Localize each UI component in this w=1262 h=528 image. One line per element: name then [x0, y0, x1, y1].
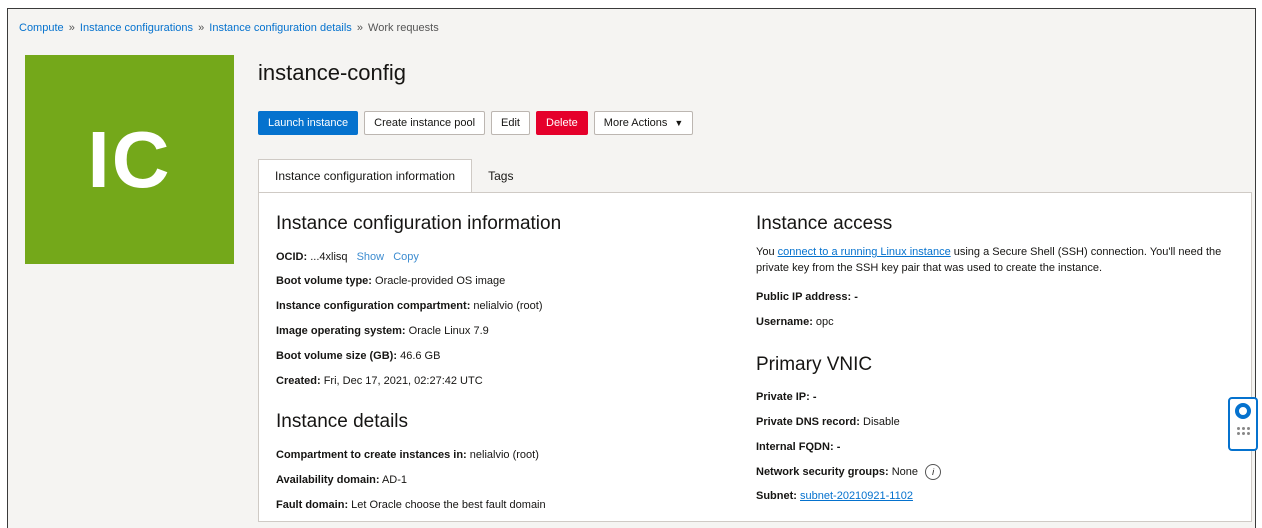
instance-access-description: You connect to a running Linux instance …: [756, 244, 1236, 276]
breadcrumb-separator: »: [356, 22, 363, 34]
image-os-value: Oracle Linux 7.9: [408, 325, 489, 337]
username-label: Username:: [756, 316, 813, 328]
ocid-value: ...4xlisq: [310, 251, 348, 263]
instance-details-heading: Instance details: [276, 411, 409, 432]
availability-domain-label: Availability domain:: [276, 474, 380, 486]
ocid-row: OCID: ...4xlisq Show Copy: [276, 251, 419, 263]
config-compartment-value: nelialvio (root): [473, 300, 543, 312]
username-row: Username: opc: [756, 316, 834, 328]
caret-down-icon: ▼: [674, 118, 684, 128]
image-os-label: Image operating system:: [276, 325, 406, 337]
username-value: opc: [815, 316, 834, 328]
help-ring-icon: [1235, 403, 1251, 419]
fault-domain-label: Fault domain:: [276, 499, 349, 511]
private-ip-value: -: [812, 391, 817, 403]
ocid-show-link[interactable]: Show: [357, 251, 385, 263]
public-ip-value: -: [854, 291, 858, 303]
image-os-row: Image operating system: Oracle Linux 7.9: [276, 325, 489, 337]
private-ip-label: Private IP:: [756, 391, 810, 403]
tab-panel: Instance configuration information OCID:…: [258, 192, 1252, 522]
availability-domain-row: Availability domain: AD-1: [276, 474, 407, 486]
nsg-row: Network security groups: None i: [756, 464, 942, 480]
config-compartment-row: Instance configuration compartment: neli…: [276, 300, 543, 312]
subnet-row: Subnet: subnet-20210921-1102: [756, 490, 913, 502]
edit-button[interactable]: Edit: [491, 111, 530, 135]
nsg-label: Network security groups:: [756, 465, 889, 478]
action-bar: Launch instance Create instance pool Edi…: [258, 111, 694, 135]
private-ip-row: Private IP: -: [756, 391, 817, 403]
access-text-before: You: [756, 246, 778, 258]
breadcrumb-instance-configuration-details[interactable]: Instance configuration details: [209, 22, 351, 34]
created-row: Created: Fri, Dec 17, 2021, 02:27:42 UTC: [276, 375, 483, 387]
more-actions-label: More Actions: [603, 117, 668, 129]
instances-compartment-row: Compartment to create instances in: neli…: [276, 449, 539, 461]
fault-domain-row: Fault domain: Let Oracle choose the best…: [276, 499, 546, 511]
config-info-heading: Instance configuration information: [276, 213, 562, 234]
grid-dots-icon: [1236, 427, 1250, 435]
tab-bar: Instance configuration information Tags: [258, 159, 529, 193]
launch-instance-button[interactable]: Launch instance: [258, 111, 359, 135]
boot-volume-type-label: Boot volume type:: [276, 275, 372, 287]
internal-fqdn-value: -: [836, 441, 841, 453]
boot-volume-type-row: Boot volume type: Oracle-provided OS ima…: [276, 275, 505, 287]
private-dns-label: Private DNS record:: [756, 416, 860, 428]
private-dns-value: Disable: [863, 416, 900, 428]
delete-button[interactable]: Delete: [536, 111, 588, 135]
subnet-label: Subnet:: [756, 490, 797, 502]
instances-compartment-label: Compartment to create instances in:: [276, 449, 467, 461]
breadcrumb-separator: »: [198, 22, 205, 34]
private-dns-row: Private DNS record: Disable: [756, 416, 900, 428]
config-compartment-label: Instance configuration compartment:: [276, 300, 471, 312]
breadcrumb-separator: »: [68, 22, 75, 34]
create-instance-pool-button[interactable]: Create instance pool: [364, 111, 486, 135]
subnet-link[interactable]: subnet-20210921-1102: [800, 490, 913, 502]
ocid-label: OCID:: [276, 251, 308, 263]
help-widget[interactable]: [1228, 397, 1258, 451]
internal-fqdn-row: Internal FQDN: -: [756, 441, 840, 453]
info-icon[interactable]: i: [925, 464, 942, 480]
availability-domain-value: AD-1: [381, 474, 408, 486]
fault-domain-value: Let Oracle choose the best fault domain: [351, 499, 546, 511]
connect-linux-instance-link[interactable]: connect to a running Linux instance: [778, 246, 951, 258]
boot-volume-type-value: Oracle-provided OS image: [375, 275, 506, 287]
boot-volume-size-value: 46.6 GB: [400, 350, 441, 362]
tab-tags[interactable]: Tags: [472, 159, 529, 193]
breadcrumb-instance-configurations[interactable]: Instance configurations: [80, 22, 193, 34]
internal-fqdn-label: Internal FQDN:: [756, 441, 834, 453]
primary-vnic-heading: Primary VNIC: [756, 354, 873, 375]
breadcrumb-current: Work requests: [368, 22, 439, 34]
resource-avatar: IC: [25, 55, 234, 264]
more-actions-button[interactable]: More Actions ▼: [593, 111, 694, 135]
breadcrumb: Compute » Instance configurations » Inst…: [19, 22, 439, 34]
boot-volume-size-row: Boot volume size (GB): 46.6 GB: [276, 350, 440, 362]
tab-instance-configuration-information[interactable]: Instance configuration information: [258, 159, 473, 193]
instance-access-heading: Instance access: [756, 213, 893, 234]
ocid-copy-link[interactable]: Copy: [393, 251, 419, 263]
instances-compartment-value: nelialvio (root): [469, 449, 539, 461]
page-title: instance-config: [258, 60, 406, 85]
public-ip-row: Public IP address: -: [756, 291, 858, 303]
created-value: Fri, Dec 17, 2021, 02:27:42 UTC: [323, 375, 483, 387]
breadcrumb-compute[interactable]: Compute: [19, 22, 64, 34]
public-ip-label: Public IP address:: [756, 291, 852, 303]
created-label: Created:: [276, 375, 321, 387]
boot-volume-size-label: Boot volume size (GB):: [276, 350, 398, 362]
nsg-value: None: [891, 465, 918, 478]
